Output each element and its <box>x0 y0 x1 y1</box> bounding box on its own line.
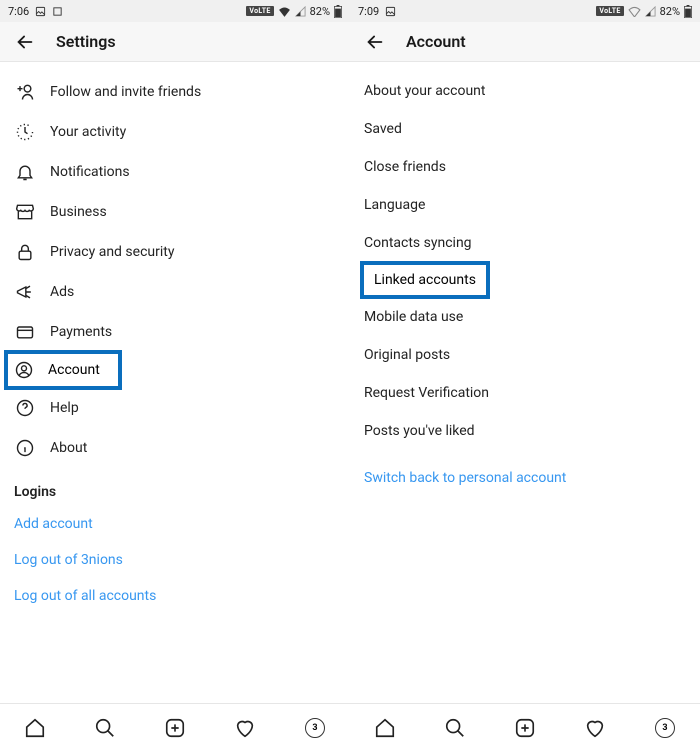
profile-icon[interactable]: 3 <box>304 717 326 739</box>
volte-badge: VoLTE <box>246 6 273 16</box>
item-label: Privacy and security <box>50 244 174 260</box>
settings-panel: 7:06 VoLTE 82% <box>0 0 350 614</box>
bottom-nav: 3 3 <box>0 703 700 751</box>
page-title: Account <box>406 32 466 51</box>
back-icon[interactable] <box>364 31 386 53</box>
switch-account-link[interactable]: Switch back to personal account <box>350 450 700 496</box>
volte-badge: VoLTE <box>596 6 623 16</box>
item-label: Business <box>50 204 107 220</box>
settings-list: Follow and invite friends Your activity … <box>0 62 350 614</box>
account-item-about[interactable]: About your account <box>350 72 700 110</box>
header: Settings <box>0 22 350 62</box>
add-post-icon[interactable] <box>514 717 536 739</box>
account-item-mobile-data[interactable]: Mobile data use <box>350 298 700 336</box>
account-item-close-friends[interactable]: Close friends <box>350 148 700 186</box>
person-add-icon <box>14 82 36 102</box>
account-item-liked-posts[interactable]: Posts you've liked <box>350 412 700 450</box>
wifi-icon <box>278 6 291 17</box>
add-post-icon[interactable] <box>164 717 186 739</box>
account-item-saved[interactable]: Saved <box>350 110 700 148</box>
page-title: Settings <box>56 32 116 51</box>
item-label: Linked accounts <box>374 272 476 288</box>
settings-item-privacy[interactable]: Privacy and security <box>0 232 350 272</box>
clock-icon <box>14 122 36 142</box>
logout-user-link[interactable]: Log out of 3nions <box>0 542 350 578</box>
account-list: About your account Saved Close friends L… <box>350 62 700 496</box>
status-bar: 7:09 VoLTE 82% <box>350 0 700 22</box>
help-icon <box>14 398 36 418</box>
search-icon[interactable] <box>444 717 466 739</box>
settings-item-follow-invite[interactable]: Follow and invite friends <box>0 72 350 112</box>
account-icon <box>14 360 34 380</box>
item-label: Account <box>48 362 100 378</box>
heart-icon[interactable] <box>234 717 256 739</box>
status-time: 7:09 <box>358 5 379 18</box>
battery-icon <box>334 5 342 18</box>
info-icon <box>14 438 36 458</box>
battery-percent: 82% <box>660 5 680 18</box>
storefront-icon <box>14 202 36 222</box>
settings-item-activity[interactable]: Your activity <box>0 112 350 152</box>
bell-icon <box>14 162 36 182</box>
image-icon <box>35 6 46 17</box>
wifi-icon <box>628 6 641 17</box>
item-label: About <box>50 440 87 456</box>
heart-icon[interactable] <box>584 717 606 739</box>
item-label: Ads <box>50 284 74 300</box>
settings-item-payments[interactable]: Payments <box>0 312 350 352</box>
megaphone-icon <box>14 282 36 302</box>
signal-icon <box>645 6 656 17</box>
account-item-contacts[interactable]: Contacts syncing <box>350 224 700 262</box>
item-label: Your activity <box>50 124 126 140</box>
item-label: Notifications <box>50 164 130 180</box>
card-icon <box>14 322 36 342</box>
status-bar: 7:06 VoLTE 82% <box>0 0 350 22</box>
lock-icon <box>14 242 36 262</box>
settings-item-about[interactable]: About <box>0 428 350 468</box>
status-time: 7:06 <box>8 5 29 18</box>
screenshot-icon <box>52 6 63 17</box>
account-item-verification[interactable]: Request Verification <box>350 374 700 412</box>
account-panel: 7:09 VoLTE 82% <box>350 0 700 614</box>
item-label: Follow and invite friends <box>50 84 201 100</box>
back-icon[interactable] <box>14 31 36 53</box>
add-account-link[interactable]: Add account <box>0 506 350 542</box>
settings-item-notifications[interactable]: Notifications <box>0 152 350 192</box>
signal-icon <box>295 6 306 17</box>
battery-percent: 82% <box>310 5 330 18</box>
battery-icon <box>684 5 692 18</box>
account-item-linked-accounts[interactable]: Linked accounts <box>360 261 490 299</box>
home-icon[interactable] <box>374 717 396 739</box>
home-icon[interactable] <box>24 717 46 739</box>
settings-item-account[interactable]: Account <box>4 350 122 390</box>
account-item-language[interactable]: Language <box>350 186 700 224</box>
image-icon <box>385 6 396 17</box>
search-icon[interactable] <box>94 717 116 739</box>
settings-item-business[interactable]: Business <box>0 192 350 232</box>
profile-icon[interactable]: 3 <box>654 717 676 739</box>
header: Account <box>350 22 700 62</box>
logins-header: Logins <box>0 468 350 506</box>
settings-item-help[interactable]: Help <box>0 388 350 428</box>
account-item-original-posts[interactable]: Original posts <box>350 336 700 374</box>
logout-all-link[interactable]: Log out of all accounts <box>0 578 350 614</box>
settings-item-ads[interactable]: Ads <box>0 272 350 312</box>
item-label: Help <box>50 400 79 416</box>
item-label: Payments <box>50 324 112 340</box>
